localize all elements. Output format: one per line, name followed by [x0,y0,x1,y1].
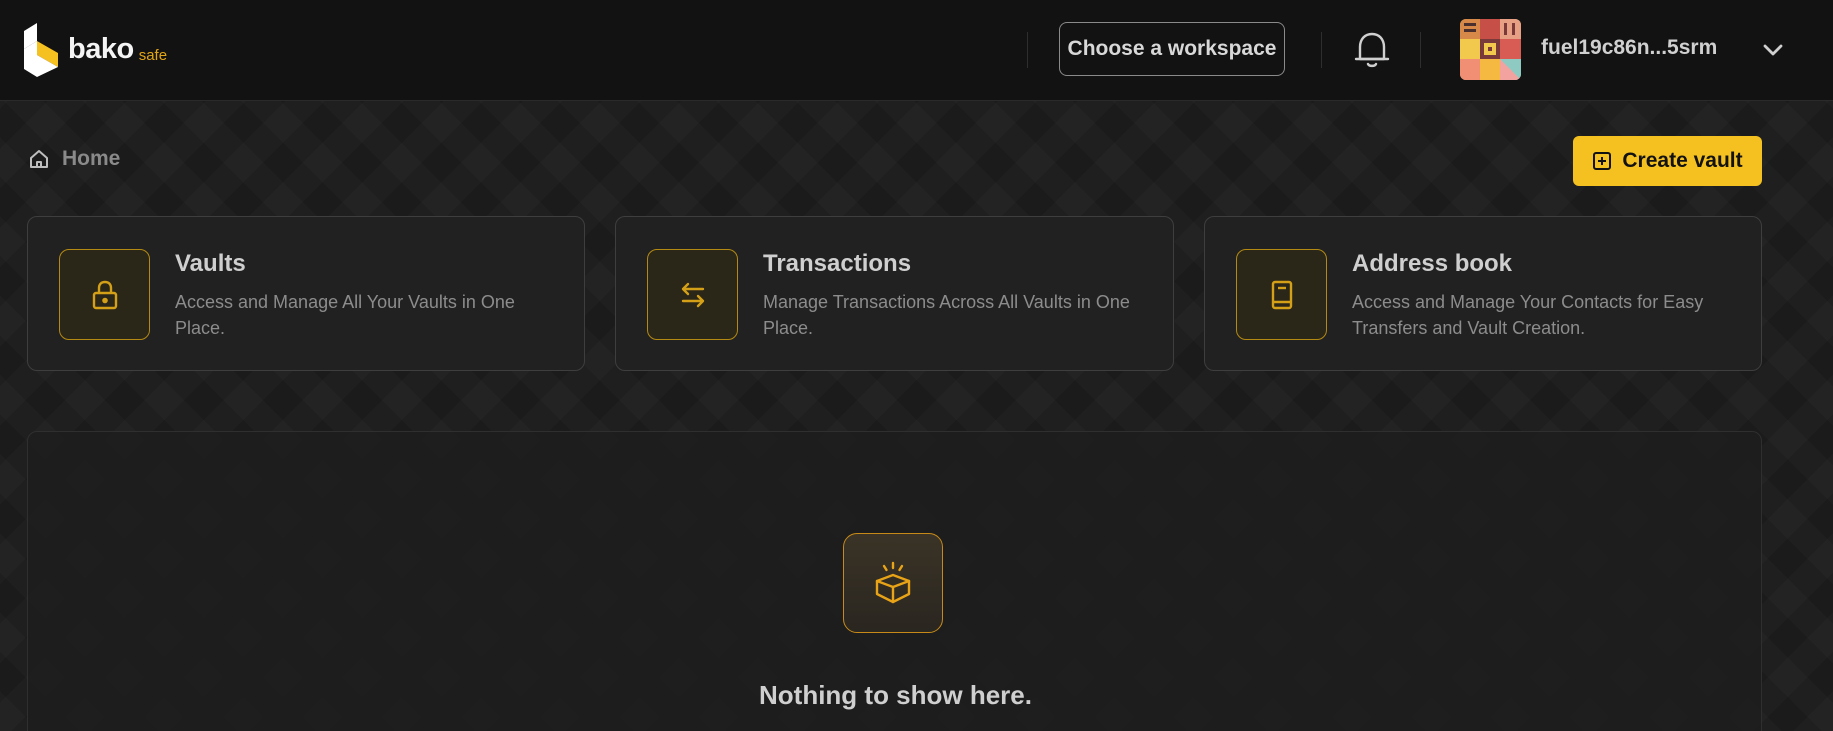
app-root: bako safe Choose a workspace fuel19c86n.… [0,0,1833,731]
open-box-icon [875,561,911,604]
book-icon [1271,280,1292,309]
user-address[interactable]: fuel19c86n...5srm [1541,36,1717,60]
logo-text: bako [68,32,134,65]
address-book-card[interactable]: Address book Access and Manage Your Cont… [1204,216,1762,371]
top-bar: bako safe Choose a workspace fuel19c86n.… [0,0,1833,101]
choose-workspace-button[interactable]: Choose a workspace [1059,22,1285,76]
empty-state-message: Nothing to show here. [759,680,1032,710]
header-divider [1321,32,1322,68]
empty-state-panel: Nothing to show here. [27,431,1762,731]
card-icon-box [1236,249,1327,340]
user-avatar[interactable] [1460,19,1521,80]
empty-state-icon-box [843,533,943,633]
home-icon [30,150,48,168]
breadcrumb[interactable]: Home [28,147,120,171]
plus-square-icon [1593,152,1612,170]
card-description: Access and Manage All Your Vaults in One… [175,292,515,338]
bell-icon [1354,32,1390,68]
card-icon-box [647,249,738,340]
chevron-down-icon [1763,44,1783,56]
create-vault-label: Create vault [1622,149,1743,172]
header-divider [1027,32,1028,68]
card-icon-box [59,249,150,340]
card-description: Access and Manage Your Contacts for Easy… [1352,292,1704,338]
avatar-pattern-icon [1460,19,1521,80]
header-divider [1420,32,1421,68]
user-menu-toggle[interactable] [1759,36,1787,64]
create-vault-button[interactable]: Create vault [1573,136,1762,186]
card-title: Vaults [175,250,246,277]
card-title: Transactions [763,250,912,277]
logo[interactable]: bako safe [24,21,167,77]
card-title: Address book [1352,250,1513,277]
bako-logo-icon [24,23,58,77]
transactions-card[interactable]: Transactions Manage Transactions Across … [615,216,1174,371]
vaults-card[interactable]: Vaults Access and Manage All Your Vaults… [27,216,585,371]
lock-icon [92,280,117,309]
logo-subtext: safe [138,46,168,64]
card-description: Manage Transactions Across All Vaults in… [763,292,1130,338]
arrows-swap-icon [681,282,704,307]
notifications-button[interactable] [1352,28,1392,70]
breadcrumb-home-label: Home [62,147,121,170]
